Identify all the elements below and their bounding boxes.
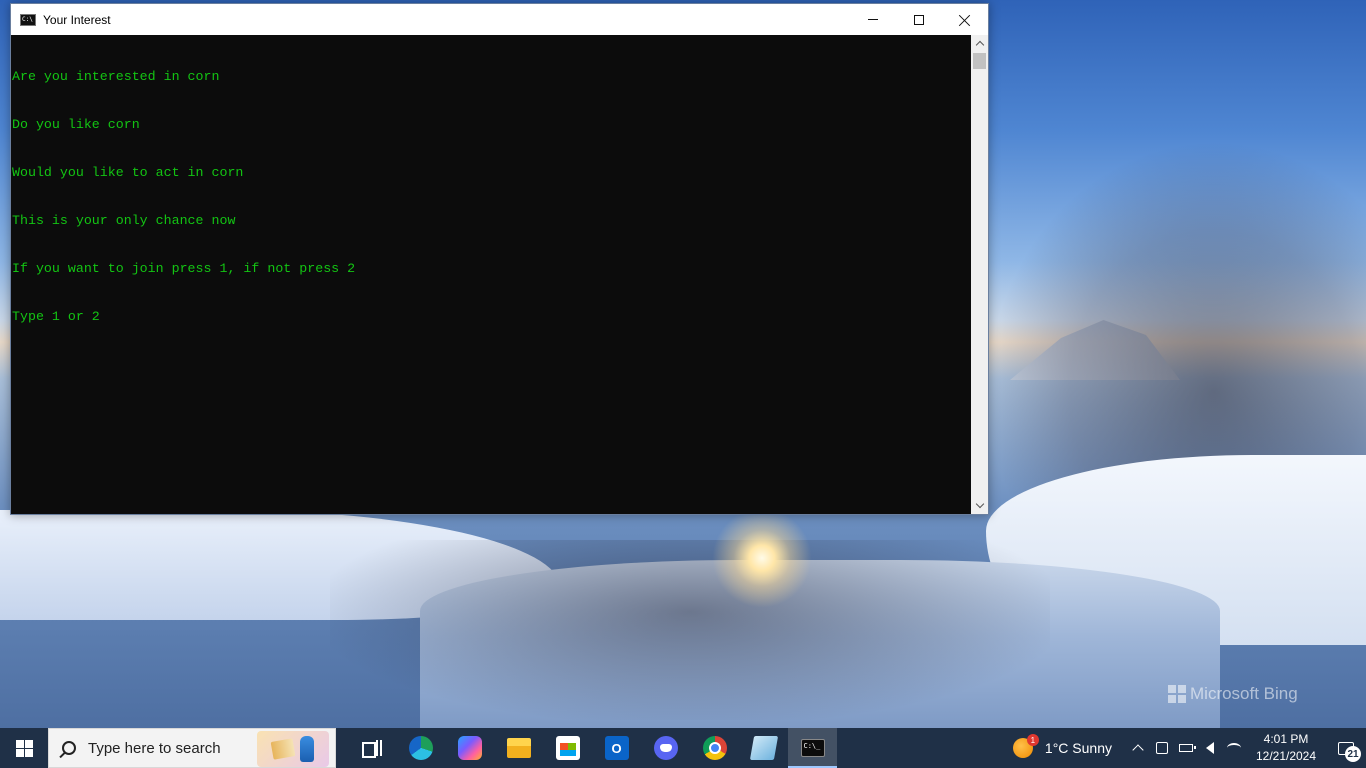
microsoft-logo-icon xyxy=(1168,685,1186,703)
clock[interactable]: 4:01 PM 12/21/2024 xyxy=(1246,728,1326,768)
taskbar-app-file-explorer[interactable] xyxy=(494,728,543,768)
taskbar-app-command-prompt[interactable]: C:\_ xyxy=(788,728,837,768)
chevron-down-icon xyxy=(975,499,984,509)
folder-icon xyxy=(506,738,531,758)
search-highlight-image[interactable] xyxy=(257,731,329,767)
clock-date: 12/21/2024 xyxy=(1255,749,1317,763)
chrome-icon xyxy=(702,736,727,760)
book-icon xyxy=(270,738,296,760)
chevron-up-icon xyxy=(975,40,984,50)
chevron-up-icon xyxy=(1132,744,1144,756)
copilot-icon xyxy=(457,736,482,760)
taskbar-app-edge[interactable] xyxy=(396,728,445,768)
search-icon xyxy=(62,741,76,755)
console-window[interactable]: C:\ Your Interest Are you interested in … xyxy=(10,3,989,515)
task-view-icon xyxy=(361,740,382,758)
taskbar-app-outlook[interactable]: O xyxy=(592,728,641,768)
taskbar-app-task-view[interactable] xyxy=(347,728,396,768)
taskbar-app-discord[interactable] xyxy=(641,728,690,768)
wallpaper-sun xyxy=(712,508,812,608)
scroll-down-button[interactable] xyxy=(971,497,988,514)
battery-button[interactable] xyxy=(1174,728,1198,768)
discord-icon xyxy=(653,736,678,760)
taskbar-app-chrome[interactable] xyxy=(690,728,739,768)
volume-button[interactable] xyxy=(1198,728,1222,768)
bing-watermark: Microsoft Bing xyxy=(1168,684,1298,704)
taskbar-app-microsoft-store[interactable] xyxy=(543,728,592,768)
notification-count-badge: 21 xyxy=(1345,746,1361,762)
window-title: Your Interest xyxy=(43,12,111,27)
start-button[interactable] xyxy=(0,728,48,768)
minimize-icon xyxy=(868,19,878,20)
notepad-icon xyxy=(749,736,778,760)
close-button[interactable] xyxy=(942,4,988,35)
store-icon xyxy=(555,736,580,760)
console-line: This is your only chance now xyxy=(12,213,236,228)
watermark-text: Microsoft Bing xyxy=(1190,684,1298,703)
scroll-thumb[interactable] xyxy=(973,53,986,69)
meet-now-button[interactable] xyxy=(1150,728,1174,768)
close-icon xyxy=(959,14,971,26)
windows-logo-icon xyxy=(15,739,33,757)
minimize-button[interactable] xyxy=(850,4,896,35)
maximize-icon xyxy=(914,14,924,25)
wifi-icon xyxy=(1227,743,1241,753)
console-line: Do you like corn xyxy=(12,117,140,132)
console-output[interactable]: Are you interested in corn Do you like c… xyxy=(11,35,971,514)
taskbar: Type here to search O C:\_ 1 1°C Sunny 4… xyxy=(0,728,1366,768)
taskbar-app-notepad[interactable] xyxy=(739,728,788,768)
taskbar-search-box[interactable]: Type here to search xyxy=(48,728,336,768)
search-placeholder: Type here to search xyxy=(88,739,221,757)
wallpaper-trees xyxy=(986,140,1366,500)
notification-center-button[interactable]: 21 xyxy=(1326,728,1366,768)
outlook-icon: O xyxy=(604,736,629,760)
console-line: Would you like to act in corn xyxy=(12,165,244,180)
maximize-button[interactable] xyxy=(896,4,942,35)
scroll-up-button[interactable] xyxy=(971,35,988,52)
sun-icon: 1 xyxy=(1012,734,1039,758)
clock-time: 4:01 PM xyxy=(1263,732,1309,746)
console-line: If you want to join press 1, if not pres… xyxy=(12,261,356,276)
show-hidden-icons-button[interactable] xyxy=(1126,728,1150,768)
console-line: Type 1 or 2 xyxy=(12,309,100,324)
meet-now-icon xyxy=(1156,742,1168,754)
title-bar[interactable]: C:\ Your Interest xyxy=(11,4,988,35)
cmd-icon: C:\_ xyxy=(800,739,825,757)
network-button[interactable] xyxy=(1222,728,1246,768)
console-line: Are you interested in corn xyxy=(12,69,220,84)
vertical-scrollbar[interactable] xyxy=(971,35,988,514)
taskbar-app-copilot[interactable] xyxy=(445,728,494,768)
edge-icon xyxy=(408,736,433,760)
weather-alert-badge: 1 xyxy=(1026,734,1039,746)
volume-icon xyxy=(1206,742,1214,754)
wallpaper-tree-reflection xyxy=(330,540,1050,720)
weather-widget[interactable]: 1 1°C Sunny xyxy=(1012,734,1112,758)
taskbar-apps: O C:\_ xyxy=(347,728,837,768)
battery-icon xyxy=(1179,744,1196,752)
bottle-icon xyxy=(300,736,314,762)
caption-buttons xyxy=(850,4,988,35)
weather-text: 1°C Sunny xyxy=(1044,740,1112,756)
system-tray: 1 1°C Sunny 4:01 PM 12/21/2024 21 xyxy=(1012,728,1366,768)
cmd-icon: C:\ xyxy=(20,13,36,26)
